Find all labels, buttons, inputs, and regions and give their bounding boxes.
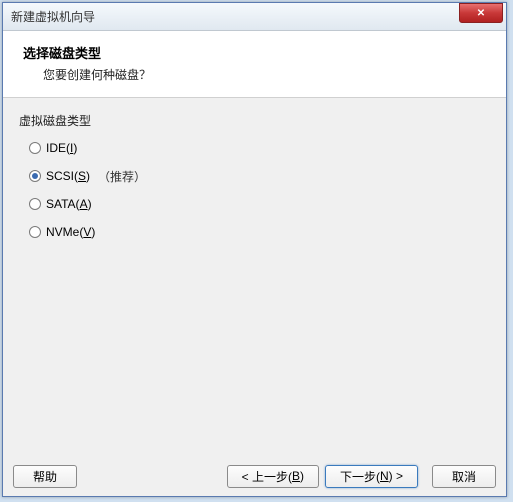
close-button[interactable]: ✕ (459, 3, 503, 23)
help-button[interactable]: 帮助 (13, 465, 77, 488)
radio-scsi-label: SCSI(S) (46, 169, 90, 183)
radio-sata-label: SATA(A) (46, 197, 92, 211)
header-title: 选择磁盘类型 (23, 43, 486, 62)
radio-icon (29, 226, 41, 238)
header-section: 选择磁盘类型 您要创建何种磁盘？ (3, 31, 506, 98)
next-button[interactable]: 下一步(N) > (325, 465, 418, 488)
radio-nvme-label: NVMe(V) (46, 225, 95, 239)
back-button[interactable]: < 上一步(B) (227, 465, 319, 488)
close-icon: ✕ (477, 8, 485, 19)
radio-icon (29, 142, 41, 154)
recommended-label: （推荐） (98, 168, 146, 185)
content-area: 虚拟磁盘类型 IDE(I) SCSI(S) （推荐） SATA(A) NVMe(… (3, 98, 506, 458)
radio-icon (29, 198, 41, 210)
wizard-window: 新建虚拟机向导 ✕ 选择磁盘类型 您要创建何种磁盘？ 虚拟磁盘类型 IDE(I)… (2, 2, 507, 497)
radio-icon-selected (29, 170, 41, 182)
footer: 帮助 < 上一步(B) 下一步(N) > 取消 (3, 456, 506, 496)
radio-ide-label: IDE(I) (46, 141, 77, 155)
radio-ide[interactable]: IDE(I) (29, 139, 490, 157)
radio-scsi[interactable]: SCSI(S) （推荐） (29, 167, 490, 185)
titlebar: 新建虚拟机向导 ✕ (3, 3, 506, 31)
header-subtitle: 您要创建何种磁盘？ (43, 66, 486, 83)
window-title: 新建虚拟机向导 (11, 8, 502, 25)
cancel-button[interactable]: 取消 (432, 465, 496, 488)
disk-type-radio-group: IDE(I) SCSI(S) （推荐） SATA(A) NVMe(V) (19, 139, 490, 241)
radio-nvme[interactable]: NVMe(V) (29, 223, 490, 241)
radio-sata[interactable]: SATA(A) (29, 195, 490, 213)
group-label: 虚拟磁盘类型 (19, 112, 490, 129)
